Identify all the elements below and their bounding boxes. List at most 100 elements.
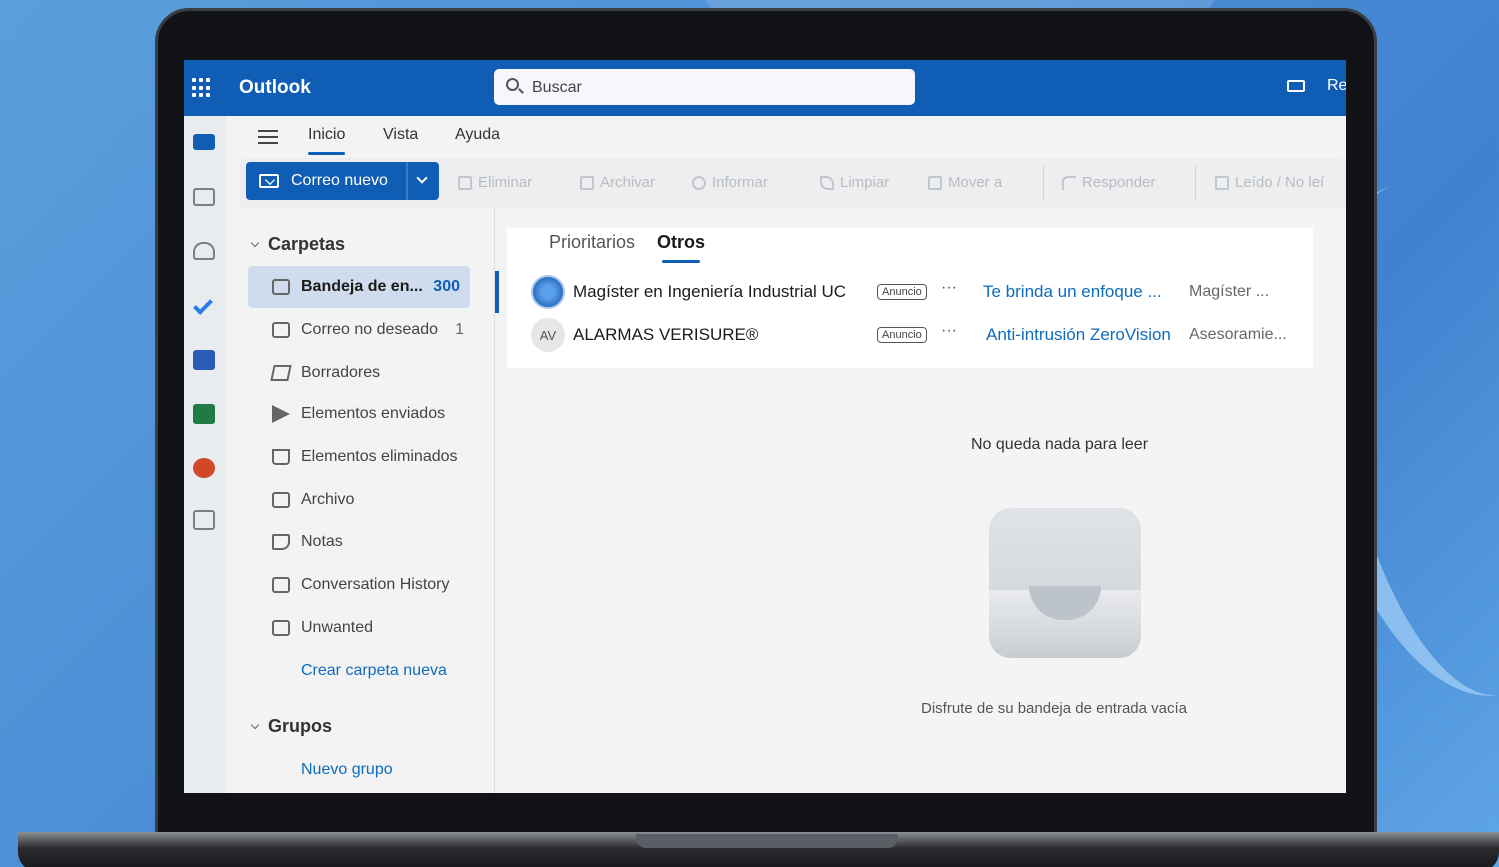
new-mail-label: Correo nuevo bbox=[291, 172, 388, 189]
toolbar-divider bbox=[1043, 166, 1044, 200]
folder-label: Bandeja de en... bbox=[301, 278, 423, 295]
move-to-button[interactable]: Mover a bbox=[928, 174, 1002, 191]
folder-label: Conversation History bbox=[301, 576, 450, 593]
folder-sent[interactable]: Elementos enviados bbox=[248, 393, 470, 435]
chevron-down-icon[interactable] bbox=[416, 172, 428, 184]
read-unread-button[interactable]: Leído / No leí bbox=[1215, 174, 1324, 191]
folder-label: Elementos eliminados bbox=[301, 448, 458, 465]
inbox-icon bbox=[272, 279, 290, 295]
tab-ayuda[interactable]: Ayuda bbox=[455, 126, 500, 144]
message-subject: Anti-intrusión ZeroVision bbox=[986, 325, 1171, 344]
reply-button[interactable]: Responder bbox=[1062, 174, 1155, 191]
top-right-truncated-label[interactable]: Re bbox=[1327, 77, 1346, 95]
powerpoint-icon[interactable] bbox=[193, 458, 215, 478]
folder-deleted[interactable]: Elementos eliminados bbox=[248, 436, 470, 478]
message-list: Prioritarios Otros Magíster en Ingenierí… bbox=[494, 208, 1346, 793]
delete-button[interactable]: Eliminar bbox=[458, 174, 532, 191]
delete-label: Eliminar bbox=[478, 174, 533, 191]
folders-header[interactable]: Carpetas bbox=[250, 234, 346, 255]
reply-label: Responder bbox=[1082, 174, 1156, 191]
ad-badge: Anuncio bbox=[877, 327, 927, 343]
tab-inicio[interactable]: Inicio bbox=[308, 126, 346, 155]
ribbon-toolbar: Correo nuevo Eliminar Archivar Informar … bbox=[240, 158, 1346, 208]
tab-other[interactable]: Otros bbox=[657, 232, 705, 263]
avatar bbox=[531, 275, 565, 309]
folder-move-icon bbox=[928, 175, 942, 190]
selection-bar bbox=[495, 271, 499, 313]
empty-inbox-illustration bbox=[989, 508, 1141, 658]
folder-drafts[interactable]: Borradores bbox=[248, 352, 470, 394]
groups-title: Grupos bbox=[268, 716, 333, 736]
chevron-down-icon bbox=[250, 720, 260, 730]
message-preview: Asesoramie... bbox=[1189, 326, 1287, 343]
new-group-link[interactable]: Nuevo grupo bbox=[301, 761, 393, 779]
word-icon[interactable] bbox=[193, 350, 215, 370]
more-options-icon[interactable]: ··· bbox=[941, 279, 957, 297]
message-row[interactable]: Magíster en Ingeniería Industrial UC Anu… bbox=[495, 271, 1313, 313]
archive-button[interactable]: Archivar bbox=[580, 174, 655, 191]
folder-junk[interactable]: Correo no deseado 1 bbox=[248, 309, 470, 351]
unread-count: 1 bbox=[455, 321, 464, 338]
sweep-label: Limpiar bbox=[840, 174, 890, 191]
app-launcher-icon[interactable] bbox=[192, 78, 212, 98]
folder-notes[interactable]: Notas bbox=[248, 521, 470, 563]
report-label: Informar bbox=[712, 174, 768, 191]
new-mail-button[interactable]: Correo nuevo bbox=[246, 162, 439, 200]
envelope-open-icon bbox=[1215, 175, 1229, 190]
trash-icon bbox=[272, 449, 290, 465]
archive-icon bbox=[580, 175, 594, 190]
tab-vista[interactable]: Vista bbox=[383, 126, 418, 144]
archive-icon bbox=[272, 492, 290, 508]
more-options-icon[interactable]: ··· bbox=[941, 322, 957, 340]
envelope-icon bbox=[259, 174, 279, 188]
move-to-label: Mover a bbox=[948, 174, 1003, 191]
folder-icon bbox=[272, 577, 290, 593]
calendar-icon[interactable] bbox=[193, 188, 215, 206]
junk-icon bbox=[272, 322, 290, 338]
folder-inbox[interactable]: Bandeja de en... 300 bbox=[248, 266, 470, 308]
read-unread-label: Leído / No leí bbox=[1235, 174, 1325, 191]
broom-icon bbox=[820, 175, 834, 190]
message-subject: Te brinda un enfoque ... bbox=[983, 282, 1162, 301]
app-title[interactable]: Outlook bbox=[239, 77, 311, 99]
chevron-down-icon bbox=[250, 238, 260, 248]
empty-state-subtitle: Disfrute de su bandeja de entrada vacía bbox=[921, 700, 1188, 717]
hamburger-menu-icon[interactable] bbox=[258, 130, 278, 144]
folder-unwanted[interactable]: Unwanted bbox=[248, 607, 470, 649]
ad-badge: Anuncio bbox=[877, 284, 927, 300]
tab-focused[interactable]: Prioritarios bbox=[549, 232, 635, 253]
draft-icon bbox=[270, 365, 292, 381]
split-divider bbox=[406, 162, 408, 200]
toolbar-divider bbox=[1195, 166, 1196, 200]
folder-label: Notas bbox=[301, 533, 343, 550]
shield-icon bbox=[692, 175, 706, 190]
report-button[interactable]: Informar bbox=[692, 174, 768, 191]
search-box[interactable]: Buscar bbox=[494, 69, 915, 105]
folders-title: Carpetas bbox=[268, 234, 346, 254]
people-icon[interactable] bbox=[193, 242, 215, 260]
menu-bar: Inicio Vista Ayuda bbox=[226, 116, 1346, 158]
message-preview: Magíster ... bbox=[1189, 283, 1270, 300]
sweep-button[interactable]: Limpiar bbox=[820, 174, 889, 191]
more-apps-icon[interactable] bbox=[193, 510, 215, 530]
folder-label: Archivo bbox=[301, 491, 355, 508]
folder-pane: Carpetas Bandeja de en... 300 Correo no … bbox=[226, 208, 494, 793]
folder-icon bbox=[272, 620, 290, 636]
folder-archive[interactable]: Archivo bbox=[248, 479, 470, 521]
archive-label: Archivar bbox=[600, 174, 656, 191]
folder-label: Elementos enviados bbox=[301, 405, 446, 422]
meet-now-icon[interactable] bbox=[1287, 80, 1305, 92]
sender-name: ALARMAS VERISURE® bbox=[573, 325, 759, 344]
mail-icon[interactable] bbox=[193, 134, 215, 150]
reply-icon bbox=[1062, 175, 1076, 190]
folder-label: Borradores bbox=[301, 364, 381, 381]
groups-header[interactable]: Grupos bbox=[250, 716, 333, 737]
todo-icon[interactable] bbox=[193, 295, 213, 315]
avatar: AV bbox=[531, 318, 565, 352]
create-folder-link[interactable]: Crear carpeta nueva bbox=[301, 662, 447, 680]
excel-icon[interactable] bbox=[193, 404, 215, 424]
message-row[interactable]: AV ALARMAS VERISURE® Anuncio ··· Anti-in… bbox=[507, 314, 1313, 356]
folder-label: Unwanted bbox=[301, 619, 374, 636]
unread-count: 300 bbox=[433, 278, 460, 295]
folder-conversation-history[interactable]: Conversation History bbox=[248, 564, 470, 606]
